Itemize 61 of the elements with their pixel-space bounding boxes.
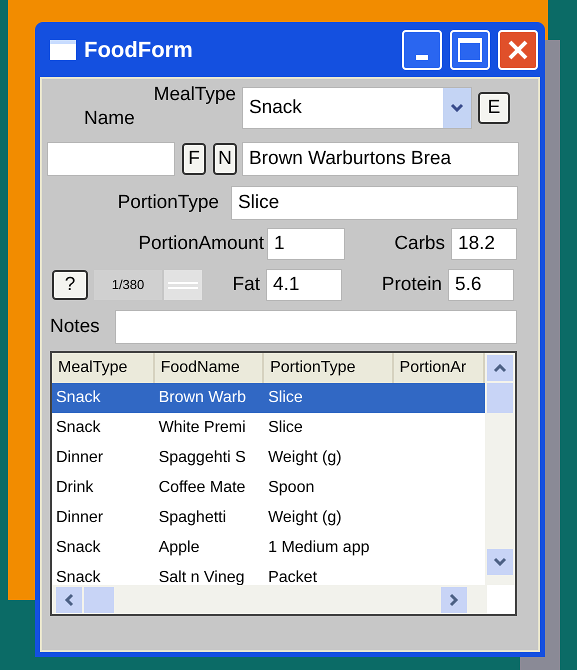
table-cell-text: Spoon [267,478,316,498]
portion-amount-field[interactable]: 1 [267,228,345,260]
table-cell-text: Slice [267,418,304,438]
scroll-right-icon [441,586,467,612]
record-position: 1/380 [94,270,162,300]
edit-button[interactable]: E [478,92,510,124]
meal-type-dropdown[interactable]: Snack [242,87,472,129]
table-cell-text: Weight (g) [267,508,343,528]
scroll-down-icon [487,549,514,575]
help-button[interactable]: ? [52,270,88,300]
maximize-button[interactable] [450,30,490,70]
filter-button[interactable]: N [213,143,237,175]
protein-field[interactable]: 5.6 [448,269,514,301]
vertical-scrollbar[interactable] [485,353,515,585]
close-icon [507,38,529,60]
table-cell-text: Dinner [55,508,104,528]
field-label: Name [84,109,135,128]
table-cell-text: Weight (g) [267,448,343,468]
field-label: PortionAmount [137,232,264,256]
table-row[interactable]: Snack Brown Warb Slice [52,383,486,413]
spinner-control[interactable] [164,270,202,300]
scroll-left-icon [56,586,82,612]
table-cell-text: Apple [158,538,200,558]
maximize-icon [458,38,482,62]
window-title: FoodForm [84,36,194,64]
table-cell-text: 1 Medium app [267,538,370,558]
table-cell-text: Snack [55,388,102,408]
field-label: MealType [154,85,236,104]
table-cell-text: Snack [55,418,102,438]
close-button[interactable] [498,30,538,70]
scroll-thumb[interactable] [84,586,114,612]
table-cell-text: Drink [55,478,94,498]
table-cell-text: Packet [267,568,318,585]
minimize-button[interactable] [402,30,442,70]
scroll-up-icon [487,355,514,381]
horizontal-scrollbar[interactable] [52,585,487,614]
search-field[interactable] [47,142,175,176]
table-cell-text: Snack [55,568,102,585]
minimize-icon [416,54,428,60]
filter-button[interactable]: F [182,143,206,175]
table-cell-text: Dinner [55,448,104,468]
scroll-thumb[interactable] [487,383,514,413]
field-label: Notes [50,314,101,339]
name-field[interactable]: Brown Warburtons Brea [242,142,519,176]
notes-field[interactable] [115,310,517,344]
carbs-field[interactable]: 18.2 [451,228,517,260]
table-cell-text: Salt n Vineg [158,568,246,585]
field-label: Carbs [393,232,445,256]
table-cell-text: Spaghetti [158,508,228,528]
field-label: PortionType [116,190,219,215]
window-icon [50,40,76,60]
table-cell-text: Snack [55,538,102,558]
table-cell-text: Spaggehti S [158,448,247,468]
field-label: Fat [232,272,260,297]
fat-field[interactable]: 4.1 [266,269,342,301]
table-cell-text: Slice [267,388,304,408]
table-cell-text: Brown Warb [158,388,247,408]
portion-type-field[interactable]: Slice [231,186,518,220]
field-label: Protein [380,272,442,297]
table-cell-text: Coffee Mate [158,478,246,498]
table-cell-text: White Premi [158,418,247,438]
